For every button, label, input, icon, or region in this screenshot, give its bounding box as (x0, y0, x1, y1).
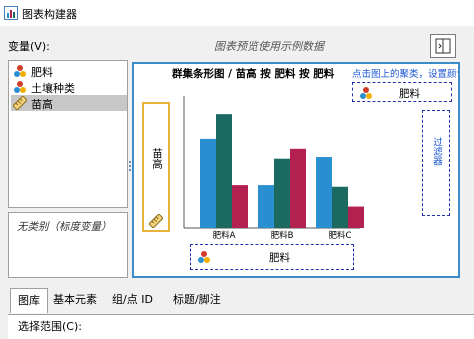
category-info-panel: 无类别（标度变量） (8, 212, 128, 278)
scale-icon (148, 213, 164, 231)
x-tick-label: 肥料A (213, 230, 236, 240)
filter-drop-zone[interactable]: 过滤器 (422, 110, 450, 216)
bar (258, 185, 274, 228)
variable-item[interactable]: 肥料 (11, 63, 127, 79)
variable-item-selected[interactable]: 苗高 (11, 95, 127, 111)
tab-titles-footnotes[interactable]: 标题/脚注 (166, 288, 228, 312)
bar (290, 148, 306, 228)
bar (316, 157, 332, 228)
element-properties-button[interactable] (430, 34, 456, 58)
bar (274, 158, 290, 228)
x-axis-label: 肥料 (269, 252, 290, 264)
bar (348, 206, 364, 228)
bar-chart[interactable]: 肥料A 肥料B 肥料C (174, 88, 364, 240)
bar (332, 186, 348, 228)
tab-gallery[interactable]: 图库 (10, 288, 48, 313)
x-tick-label: 肥料C (329, 230, 352, 240)
chart-builder-icon (4, 6, 18, 20)
window-title: 图表构建器 (22, 8, 77, 21)
x-axis-drop-zone[interactable]: 肥料 (190, 244, 354, 270)
variable-item[interactable]: 土壤种类 (11, 79, 127, 95)
y-axis-label: 苗高 (151, 148, 163, 169)
category-info-text: 无类别（标度变量） (17, 221, 112, 233)
bar (216, 114, 232, 228)
bar (200, 138, 216, 228)
nominal-icon (13, 80, 27, 94)
legend-drop-zone[interactable]: 肥料 (352, 82, 452, 102)
x-tick-label: 肥料B (271, 230, 294, 240)
legend-hint[interactable]: 点击图上的聚类，设置颜色 (352, 66, 458, 78)
choose-from-label: 选择范围(C): (18, 320, 82, 333)
filter-label: 过滤器 (431, 137, 442, 166)
nominal-icon (197, 250, 211, 267)
variables-label: 变量(V): (8, 40, 50, 53)
variable-list[interactable]: 肥料 土壤种类 苗高 (8, 60, 128, 208)
legend-label: 肥料 (399, 88, 420, 100)
bar (232, 185, 248, 228)
tab-bar: 图库 基本元素 组/点 ID 标题/脚注 (8, 288, 474, 314)
tab-group-point-id[interactable]: 组/点 ID (105, 288, 160, 312)
panel-icon (435, 38, 451, 54)
tab-basic-elements[interactable]: 基本元素 (46, 288, 104, 312)
preview-hint: 图表预览使用示例数据 (214, 40, 324, 53)
y-axis-drop-zone[interactable]: 苗高 (142, 102, 170, 232)
nominal-icon (13, 64, 27, 78)
scale-icon (12, 95, 28, 111)
chart-title: 群集条形图 / 苗高 按 肥料 按 肥料 (172, 68, 335, 80)
